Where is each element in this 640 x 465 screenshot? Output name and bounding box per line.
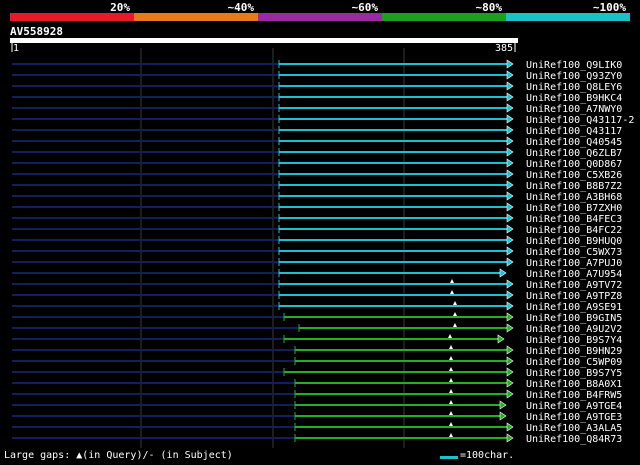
- footer-gaps-legend: Large gaps: ▲(in Query)/- (in Subject): [4, 450, 233, 461]
- hit-name: UniRef100_Q43117: [526, 126, 622, 137]
- hit-name: UniRef100_A9U2V2: [526, 324, 622, 335]
- hit-name: UniRef100_B7ZXH0: [526, 203, 622, 214]
- hit-arrowhead: [506, 290, 514, 300]
- hit-arrowhead: [506, 378, 514, 388]
- hit-arrowhead: [506, 81, 514, 91]
- hit-name: UniRef100_C5WP09: [526, 357, 622, 368]
- hit-name: UniRef100_A9TGE3: [526, 412, 622, 423]
- hit-arrowhead: [506, 367, 514, 377]
- hit-name: UniRef100_B4FRW5: [526, 390, 622, 401]
- hit-arrowhead: [506, 246, 514, 256]
- gap-marker: [449, 345, 453, 349]
- hit-name: UniRef100_A9TPZ8: [526, 291, 622, 302]
- gap-marker: [450, 290, 454, 294]
- hit-arrowhead: [506, 433, 514, 443]
- hit-arrowhead: [506, 147, 514, 157]
- query-ruler: [10, 38, 518, 43]
- hit-arrowhead: [506, 213, 514, 223]
- hit-name: UniRef100_Q40545: [526, 137, 622, 148]
- hit-name: UniRef100_B9S7Y5: [526, 368, 622, 379]
- hit-name: UniRef100_B4FC22: [526, 225, 622, 236]
- hit-arrowhead: [506, 279, 514, 289]
- gap-marker: [453, 323, 457, 327]
- hit-name: UniRef100_Q93ZY0: [526, 71, 622, 82]
- hit-name: UniRef100_Q0D867: [526, 159, 622, 170]
- hit-name: UniRef100_A9TV72: [526, 280, 622, 291]
- gap-marker: [449, 433, 453, 437]
- hit-name: UniRef100_A7NWY0: [526, 104, 622, 115]
- hit-name: UniRef100_C5XB26: [526, 170, 622, 181]
- hit-arrowhead: [506, 103, 514, 113]
- hit-name: UniRef100_A7U954: [526, 269, 622, 280]
- hit-arrowhead: [506, 59, 514, 69]
- hit-name: UniRef100_A9TGE4: [526, 401, 622, 412]
- hit-arrowhead: [506, 312, 514, 322]
- hit-arrowhead: [506, 114, 514, 124]
- gap-marker: [453, 301, 457, 305]
- hit-arrowhead: [506, 136, 514, 146]
- hit-name: UniRef100_Q84R73: [526, 434, 622, 445]
- hit-arrowhead: [499, 268, 507, 278]
- gap-marker: [449, 422, 453, 426]
- gap-marker: [449, 400, 453, 404]
- alignment-canvas: 1 385UniRef100_Q9LIK0UniRef100_Q93ZY0UniR…: [10, 38, 634, 448]
- hit-arrowhead: [506, 301, 514, 311]
- hit-name: UniRef100_Q43117-2: [526, 115, 634, 126]
- hit-arrowhead: [506, 92, 514, 102]
- hit-arrowhead: [506, 257, 514, 267]
- gap-marker: [448, 334, 452, 338]
- gap-marker: [453, 312, 457, 316]
- hit-name: UniRef100_A3ALA5: [526, 423, 622, 434]
- scale-swatch: [440, 456, 458, 459]
- hit-arrowhead: [506, 389, 514, 399]
- hit-arrowhead: [499, 400, 507, 410]
- gap-marker: [449, 378, 453, 382]
- hit-arrowhead: [499, 411, 507, 421]
- hit-arrowhead: [506, 235, 514, 245]
- hit-name: UniRef100_B9HKC4: [526, 93, 622, 104]
- hit-arrowhead: [506, 422, 514, 432]
- hit-name: UniRef100_B8B7Z2: [526, 181, 622, 192]
- hit-name: UniRef100_Q6ZLB7: [526, 148, 622, 159]
- hit-arrowhead: [506, 345, 514, 355]
- hit-arrowhead: [506, 191, 514, 201]
- gap-marker: [449, 389, 453, 393]
- hit-arrowhead: [506, 125, 514, 135]
- hit-name: UniRef100_B9HN29: [526, 346, 622, 357]
- hit-name: UniRef100_Q8LEY6: [526, 82, 622, 93]
- hit-arrowhead: [506, 158, 514, 168]
- footer-scale-label: =100char.: [460, 450, 515, 461]
- hit-arrowhead: [506, 202, 514, 212]
- hit-name: UniRef100_A9SE91: [526, 302, 622, 313]
- hit-arrowhead: [506, 169, 514, 179]
- hit-name: UniRef100_A3BH68: [526, 192, 622, 203]
- hit-name: UniRef100_B9HUQ0: [526, 236, 622, 247]
- hit-arrowhead: [506, 323, 514, 333]
- hit-arrowhead: [506, 70, 514, 80]
- hit-arrowhead: [506, 224, 514, 234]
- gap-marker: [449, 411, 453, 415]
- hit-name: UniRef100_B9GIN5: [526, 313, 622, 324]
- hit-name: UniRef100_Q9LIK0: [526, 60, 622, 71]
- hit-arrowhead: [506, 180, 514, 190]
- hit-name: UniRef100_B4FEC3: [526, 214, 622, 225]
- ruler-start-label: 1: [13, 43, 19, 54]
- hit-name: UniRef100_C5WX73: [526, 247, 622, 258]
- gap-marker: [449, 367, 453, 371]
- hit-name: UniRef100_A7PUJ0: [526, 258, 622, 269]
- gap-marker: [450, 279, 454, 283]
- gap-marker: [449, 356, 453, 360]
- hit-name: UniRef100_B9S7Y4: [526, 335, 622, 346]
- hit-name: UniRef100_B8A0X1: [526, 379, 622, 390]
- hit-arrowhead: [506, 356, 514, 366]
- hit-arrowhead: [497, 334, 505, 344]
- ruler-end-label: 385: [495, 43, 513, 54]
